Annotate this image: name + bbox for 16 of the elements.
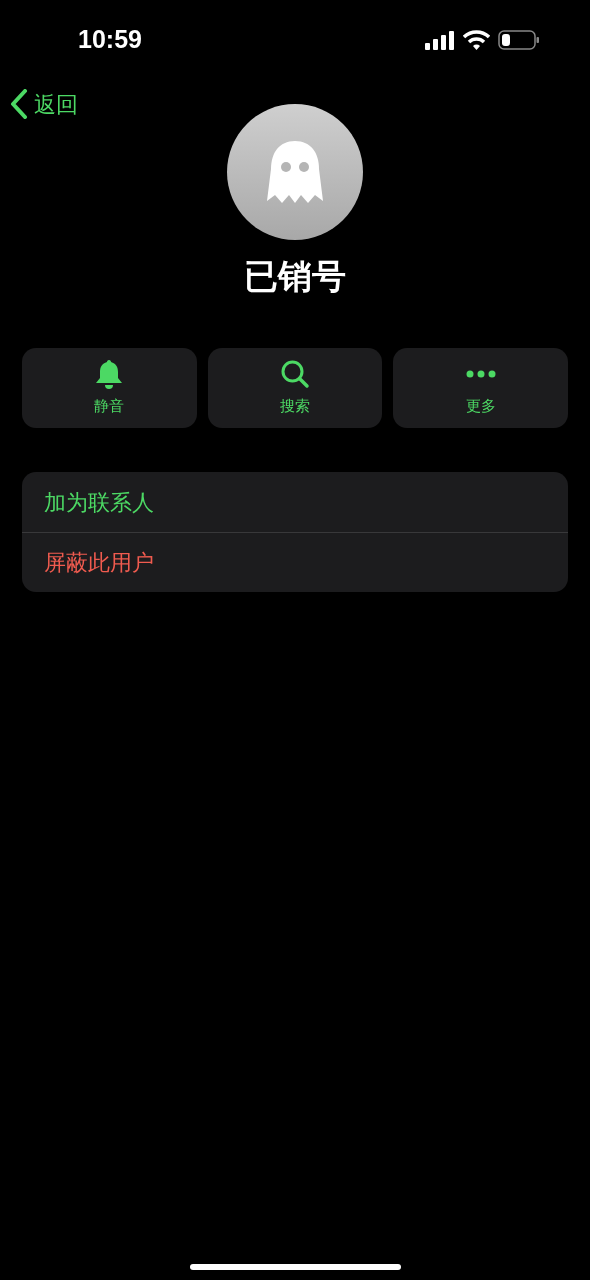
signal-icon	[425, 30, 455, 50]
option-row[interactable]: 加为联系人	[22, 472, 568, 532]
ghost-icon	[265, 139, 325, 205]
status-time: 10:59	[78, 24, 142, 56]
action-button[interactable]: 更多	[393, 348, 568, 428]
battery-icon	[498, 30, 540, 50]
profile-name: 已销号	[244, 256, 346, 297]
wifi-icon	[463, 30, 490, 50]
action-button[interactable]: 静音	[22, 348, 197, 428]
action-button[interactable]: 搜索	[207, 348, 383, 428]
back-button[interactable]: 返回	[10, 87, 78, 121]
bell-icon	[95, 358, 124, 389]
search-icon	[280, 358, 310, 389]
back-chevron-icon	[10, 89, 28, 119]
more-icon	[465, 369, 496, 378]
option-row[interactable]: 屏蔽此用户	[22, 532, 568, 592]
